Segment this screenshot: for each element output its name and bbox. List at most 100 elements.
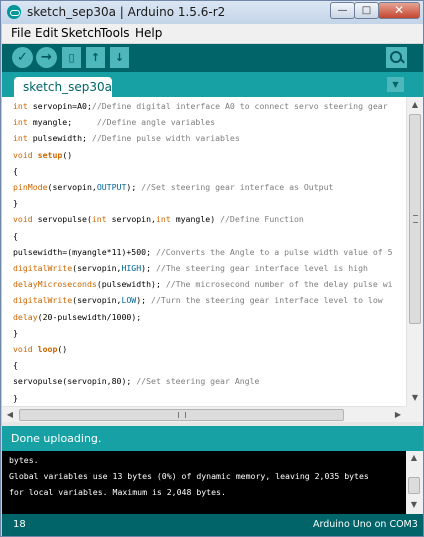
console-line: bytes. [9, 455, 39, 465]
code-token: digitalWrite [13, 263, 73, 273]
code-token: int [13, 117, 28, 128]
console-line: Global variables use 13 bytes (0%) of dy… [9, 471, 369, 481]
code-token: void [13, 149, 33, 160]
console-vertical-scrollbar[interactable]: ▲ ▼ [406, 451, 423, 514]
code-token: pulsewidth=(myangle*11)+500; [13, 246, 156, 257]
menu-file[interactable]: File [11, 26, 31, 40]
code-token: setup [37, 149, 63, 160]
code-token: //Turn the steering gear interface level… [151, 295, 383, 306]
code-token: (servopin, [72, 263, 122, 273]
code-token: pinMode [13, 182, 48, 192]
menu-help[interactable]: Help [135, 26, 162, 40]
save-sketch-button[interactable]: ↓ [110, 47, 129, 68]
code-token: //Converts the Angle to a pulse width va… [155, 246, 393, 257]
code-token: servopin=A0; [27, 101, 92, 111]
code-token: (20-pulsewidth/1000); [37, 311, 142, 322]
code-line[interactable]: void setup() [13, 148, 72, 162]
editor-vertical-scrollbar[interactable]: ▲ ▼ [406, 97, 423, 406]
code-token: ); [136, 295, 152, 306]
code-line[interactable]: void loop() [13, 342, 67, 356]
code-line[interactable]: } [13, 196, 18, 210]
status-message: Done uploading. [11, 432, 102, 445]
code-line[interactable]: delayMicroseconds(pulsewidth); //The mic… [13, 277, 393, 291]
code-line[interactable]: digitalWrite(servopin,LOW); //Turn the s… [13, 293, 383, 307]
title-bar[interactable]: sketch_sep30a | Arduino 1.5.6-r2 — □ ✕ [1, 1, 423, 24]
code-token: { [13, 165, 18, 176]
console-line: for local variables. Maximum is 2,048 by… [9, 487, 226, 497]
code-token: ); [141, 263, 156, 273]
code-token: HIGH [121, 263, 142, 273]
code-line[interactable]: pinMode(servopin,OUTPUT); //Set steering… [13, 180, 333, 194]
code-token: () [57, 344, 68, 354]
code-token: } [13, 327, 18, 338]
maximize-button[interactable]: □ [354, 2, 379, 19]
toolbar: ✓ → ▯ ↑ ↓ [2, 44, 423, 72]
grip-icon [413, 215, 418, 223]
minimize-button[interactable]: — [330, 2, 355, 19]
console-scroll-thumb[interactable] [408, 477, 420, 494]
code-line[interactable]: int servopin=A0;//Define digital interfa… [13, 99, 388, 113]
upload-button[interactable]: → [36, 47, 57, 68]
line-number: 18 [13, 519, 26, 530]
code-token: servopin, [106, 214, 156, 225]
code-line[interactable]: } [13, 326, 18, 340]
code-token: loop [37, 344, 58, 354]
editor-horizontal-scrollbar[interactable]: ◀ ▶ [2, 406, 406, 422]
menu-tools[interactable]: Tools [100, 26, 130, 40]
code-line[interactable]: } [13, 391, 18, 405]
code-token: //Define pulse width variables [91, 133, 240, 144]
code-line[interactable]: { [13, 229, 18, 243]
menu-edit[interactable]: Edit [35, 26, 58, 40]
code-line[interactable]: int myangle; //Define angle variables [13, 115, 215, 129]
menu-sketch[interactable]: Sketch [61, 26, 101, 40]
scroll-up-arrow-icon[interactable]: ▲ [407, 97, 423, 113]
code-token: (pulsewidth); [96, 279, 166, 290]
tab-menu-button[interactable]: ▼ [387, 77, 404, 92]
editor-vertical-scroll-thumb[interactable] [409, 114, 421, 324]
scroll-up-arrow-icon[interactable]: ▲ [406, 451, 422, 465]
code-token: } [13, 392, 18, 403]
code-line[interactable]: delay(20-pulsewidth/1000); [13, 310, 141, 324]
code-token: pulsewidth; [27, 133, 92, 144]
editor-horizontal-scroll-thumb[interactable] [19, 409, 344, 421]
new-sketch-button[interactable]: ▯ [62, 47, 81, 68]
code-text-area[interactable]: int servopin=A0;//Define digital interfa… [2, 97, 405, 406]
arduino-logo-icon [7, 5, 21, 19]
code-token: int [13, 133, 28, 144]
menu-bar: File Edit Sketch Tools Help [2, 24, 423, 44]
scroll-left-arrow-icon[interactable]: ◀ [2, 407, 18, 423]
code-line[interactable]: servopulse(servopin,80); //Set steering … [13, 374, 259, 388]
tab-bar: sketch_sep30a § ▼ [2, 72, 423, 114]
code-token: //Set steering gear Angle [136, 376, 260, 387]
code-line[interactable]: int pulsewidth; //Define pulse width var… [13, 131, 240, 145]
scroll-right-arrow-icon[interactable]: ▶ [390, 407, 406, 423]
board-port-info: Arduino Uno on COM3 [313, 519, 418, 530]
window-title: sketch_sep30a | Arduino 1.5.6-r2 [27, 5, 226, 19]
verify-button[interactable]: ✓ [12, 47, 33, 68]
code-line[interactable]: digitalWrite(servopin,HIGH); //The steer… [13, 261, 368, 275]
code-token: int [155, 214, 171, 225]
code-token: servopulse(servopin,80); [13, 376, 137, 387]
code-token: //Define digital interface A0 to connect… [91, 101, 388, 111]
code-line[interactable]: { [13, 164, 18, 178]
open-sketch-button[interactable]: ↑ [86, 47, 105, 68]
code-token: servopulse( [32, 214, 92, 225]
code-token: //The microsecond number of the delay pu… [165, 279, 393, 290]
tab-sketch-sep30a[interactable]: sketch_sep30a § [14, 77, 112, 114]
code-token: //The steering gear interface level is h… [155, 263, 368, 273]
close-button[interactable]: ✕ [378, 2, 420, 19]
scroll-down-arrow-icon[interactable]: ▼ [406, 498, 422, 512]
serial-monitor-button[interactable] [386, 47, 407, 68]
code-token: void [13, 214, 33, 225]
code-token: //Define Function [220, 214, 304, 225]
code-line[interactable]: void servopulse(int servopin,int myangle… [13, 212, 304, 226]
code-token: //Define angle variables [96, 117, 216, 128]
code-token: myangle) [170, 214, 221, 225]
code-line[interactable]: { [13, 358, 18, 372]
scroll-down-arrow-icon[interactable]: ▼ [407, 390, 423, 406]
code-token: { [13, 360, 18, 371]
code-line[interactable]: pulsewidth=(myangle*11)+500; //Converts … [13, 245, 393, 259]
code-token: } [13, 198, 18, 209]
code-editor[interactable]: int servopin=A0;//Define digital interfa… [2, 97, 423, 422]
code-token: { [13, 230, 18, 241]
